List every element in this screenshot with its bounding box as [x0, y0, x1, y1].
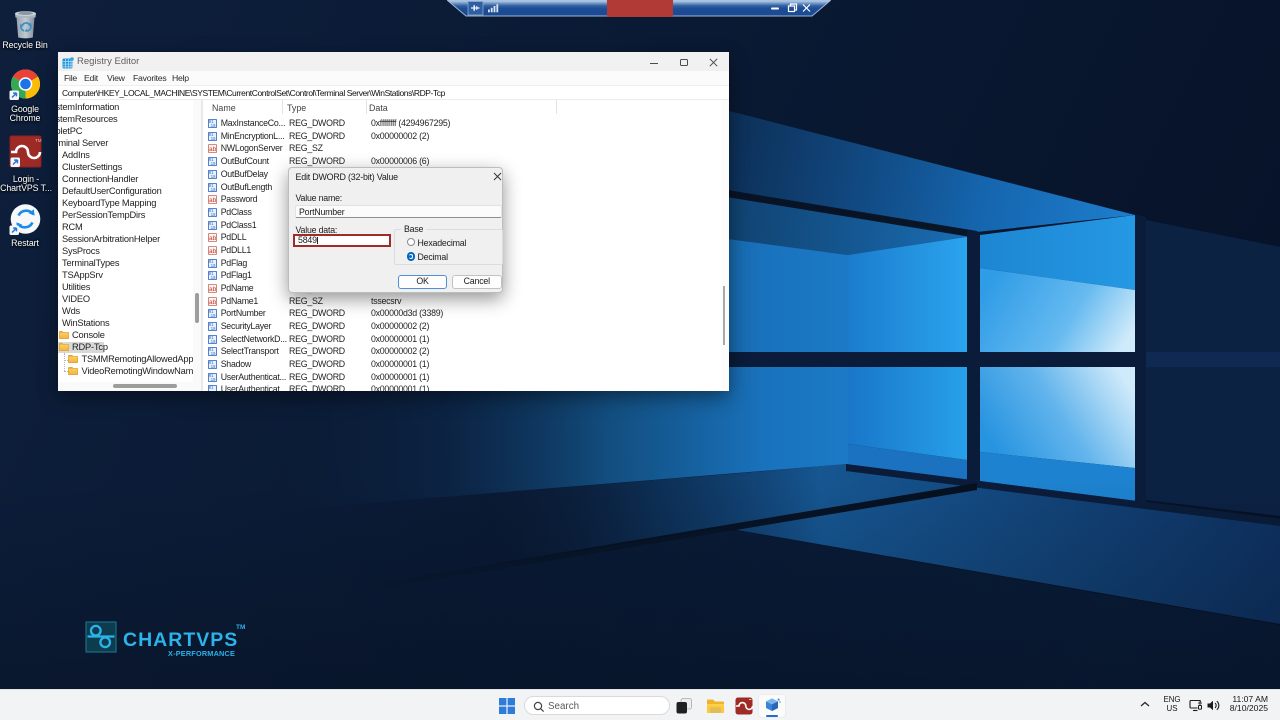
svg-text:X-PERFORMANCE: X-PERFORMANCE — [168, 649, 235, 658]
svg-text:CHARTVPS: CHARTVPS — [123, 629, 238, 651]
svg-text:TM: TM — [35, 138, 42, 143]
svg-text:TM: TM — [236, 624, 245, 631]
